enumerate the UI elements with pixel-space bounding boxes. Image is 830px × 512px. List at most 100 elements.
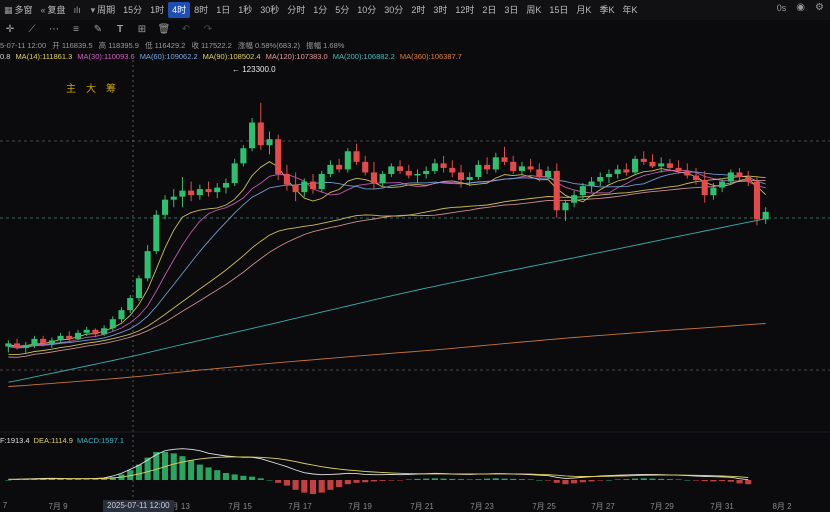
candle-body [423,170,430,174]
macd-bar [614,479,621,480]
candle-body [14,343,21,348]
candle-body [214,187,221,193]
macd-bar [83,479,90,480]
time-tick: 7月 29 [650,502,674,511]
candle-body [257,122,264,146]
macd-bar [692,480,700,481]
macd-bar [675,479,682,480]
candle-body [658,163,665,167]
candle-body [135,278,142,299]
candle-body [623,169,630,173]
candle-body [205,189,212,193]
price-chart[interactable] [0,0,830,500]
candle-body [336,164,343,170]
macd-bar [518,479,525,480]
candle-body [727,172,734,182]
macd-bar [701,480,708,482]
candle-body [370,172,377,184]
candle-body [188,190,195,196]
macd-bar [684,480,691,481]
macd-bar [170,453,177,480]
indicator-label-0[interactable]: 主 [66,80,76,95]
macd-bar [353,480,360,483]
candle-body [388,166,395,174]
high-price-marker: ← 123300.0 [232,65,276,74]
indicator-label-2[interactable]: 筹 [106,80,116,95]
candle-body [101,328,108,335]
time-tick: 7月 23 [470,502,494,511]
crosshair-time-label: 2025-07-11 12:00 [103,500,174,512]
candle-body [701,180,708,196]
candle-body [196,189,203,196]
candle-body [710,187,717,196]
macd-bar [240,475,247,480]
time-tick: 7月 21 [410,502,434,511]
candle-body [222,183,230,188]
candle-body [397,166,404,171]
time-tick: 7月 15 [228,502,252,511]
time-tick: 7月 17 [288,502,312,511]
candle-body [57,335,64,341]
macd-bar [214,470,221,480]
macd-bar [492,478,499,480]
macd-info-row: F:1913.4 DEA:1114.9 MACD:1597.1 [0,436,128,445]
ma-line-ma120 [8,179,766,358]
macd-bar [632,478,639,480]
candle-body [666,163,673,168]
macd-bar [745,480,752,485]
candle-body [632,158,639,173]
macd-bar [205,467,212,480]
macd-bar [431,478,438,480]
macd-bar [301,480,308,493]
indicator-labels: 主大筹 [66,80,116,95]
macd-bar [501,478,508,480]
candle-body [118,310,125,320]
candle-body [571,195,578,203]
macd-value-1: DEA:1114.9 [33,436,73,445]
macd-bar [188,460,195,480]
macd-bar [379,480,386,481]
candle-body [449,167,456,173]
candle-body [179,190,186,197]
candle-body [518,166,525,171]
candle-body [719,181,726,188]
candle-body [510,161,517,171]
macd-bar [466,479,473,480]
macd-bar [510,478,517,480]
candle-body [475,164,482,177]
macd-bar [135,464,142,480]
candle-body [266,139,273,146]
macd-bar [475,479,482,480]
macd-bar [597,480,604,481]
candle-body [431,163,438,171]
macd-bar [423,478,430,480]
candle-body [527,166,534,170]
macd-bar [571,480,578,484]
candle-body [405,170,412,176]
candle-body [640,158,647,162]
candle-body [544,170,552,177]
time-tick: 7月 27 [591,502,615,511]
macd-bar [719,480,726,482]
macd-bar [640,478,647,480]
candle-body [745,176,752,182]
candle-body [649,161,656,167]
candle-body [614,169,621,174]
macd-bar [179,456,186,480]
candle-body [692,175,700,181]
candle-body [536,169,543,177]
macd-bar [727,480,734,482]
candle-body [74,332,82,339]
macd-bar [275,480,282,483]
candle-body [48,340,55,344]
macd-bar [196,464,203,480]
macd-bar [257,478,264,480]
macd-bar [449,478,456,480]
macd-bar [623,479,630,480]
time-tick: 7月 9 [48,502,68,511]
candle-body [684,170,691,176]
macd-bar [536,480,543,481]
candle-body [92,329,99,335]
indicator-label-1[interactable]: 大 [86,80,96,95]
macd-bar [588,480,595,482]
